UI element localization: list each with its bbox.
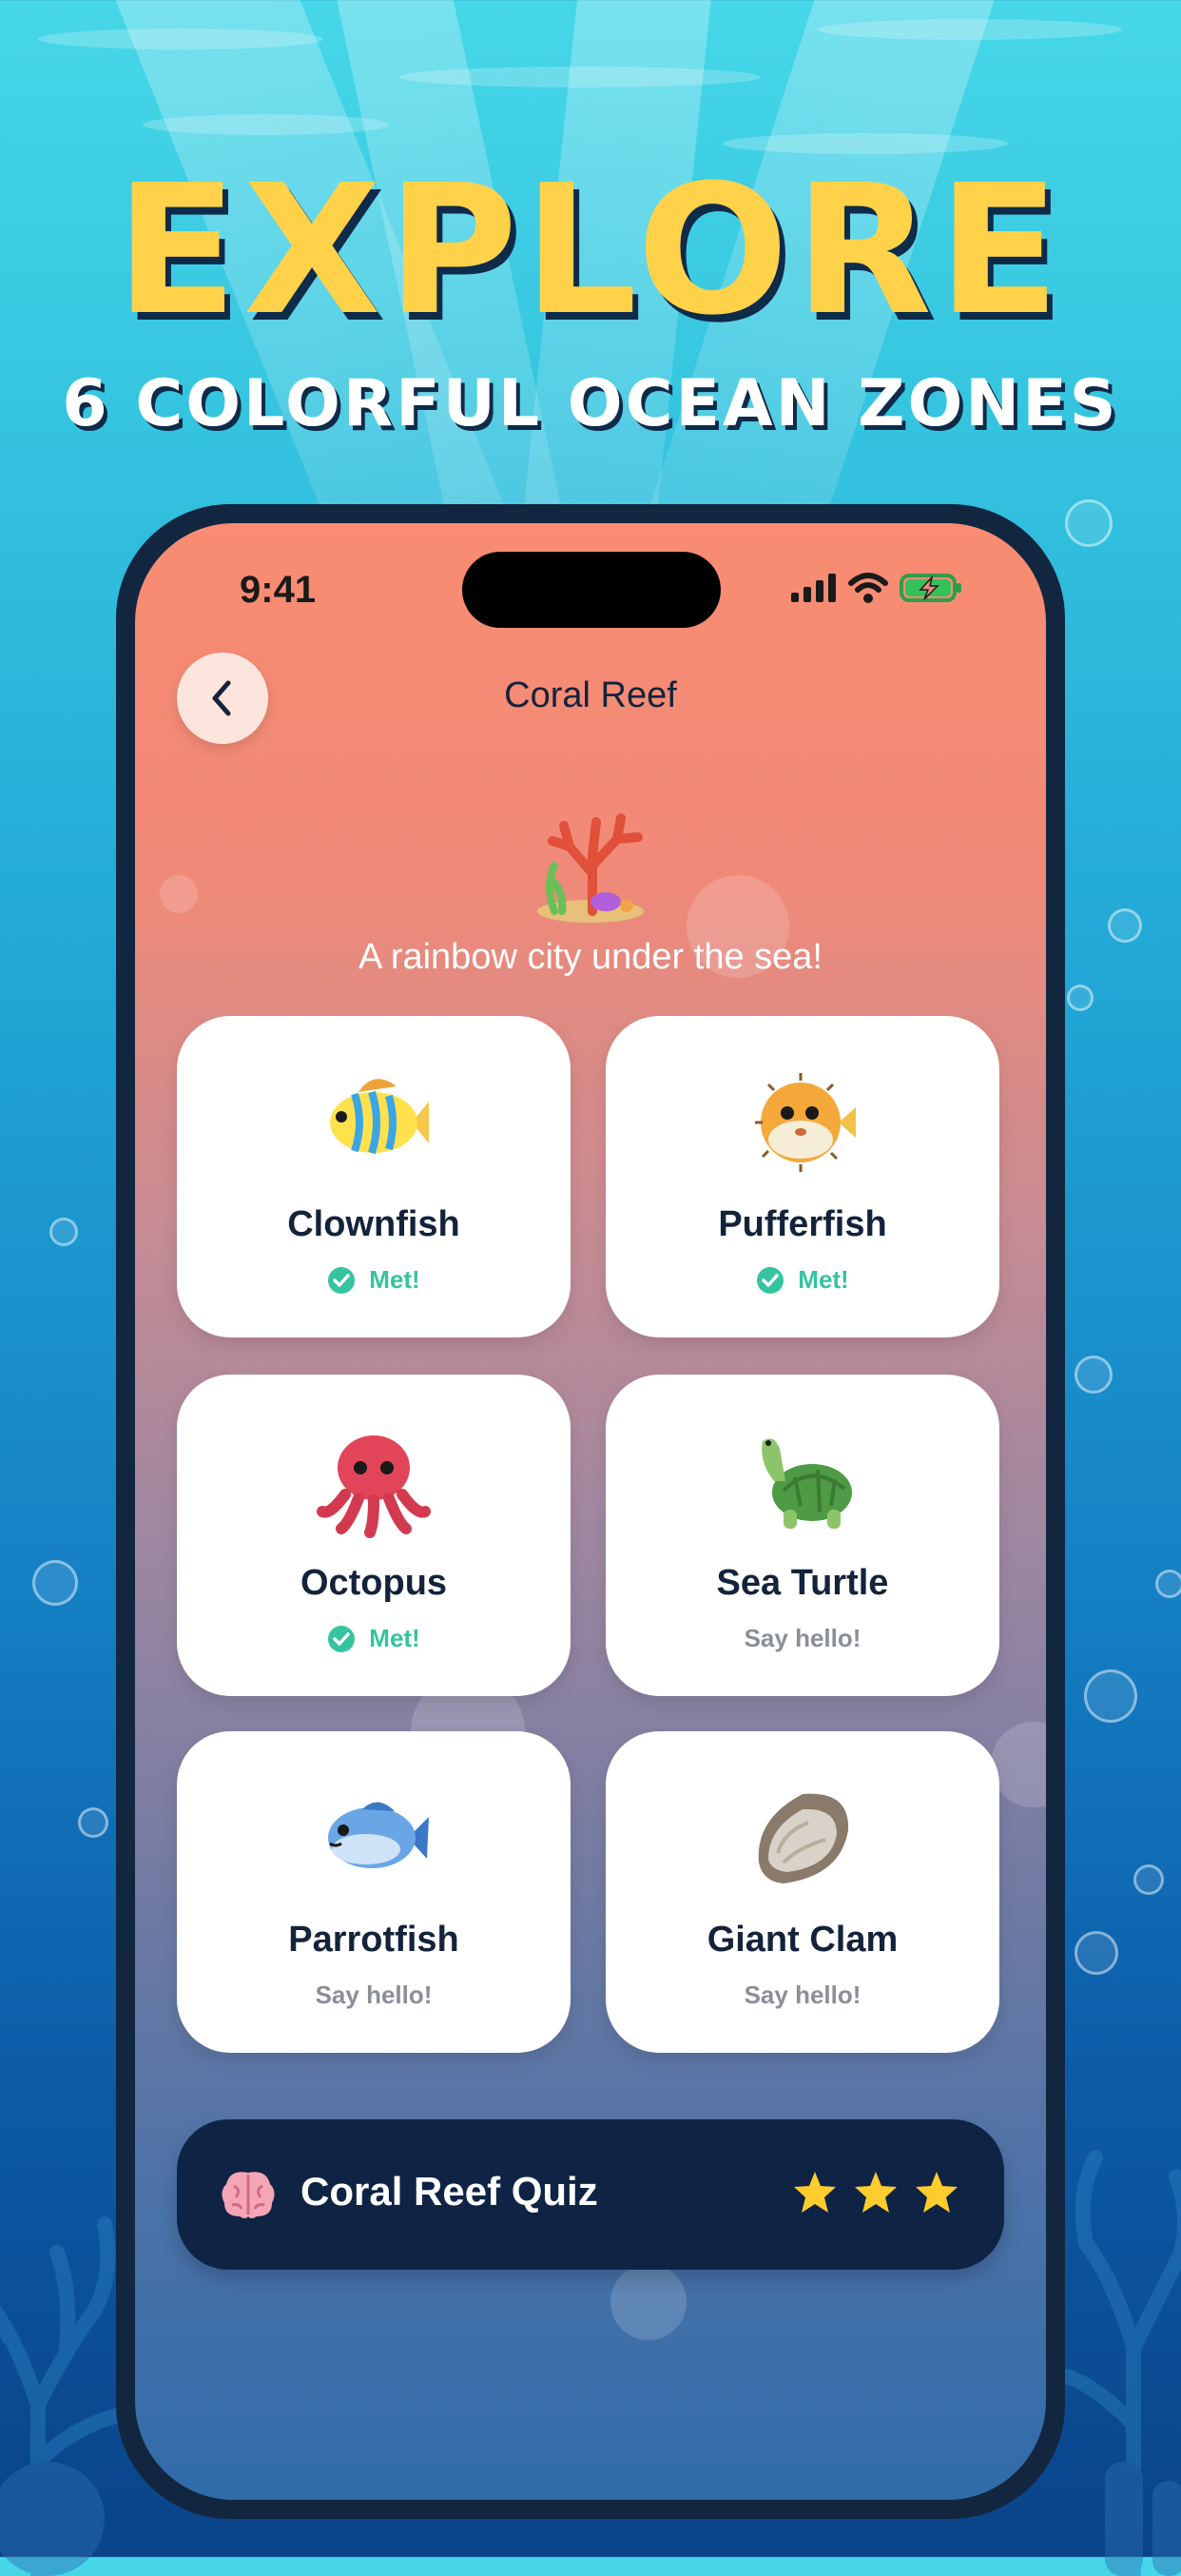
check-badge-icon: [328, 1625, 356, 1652]
battery-charging-icon: [900, 574, 961, 602]
oyster-icon: [758, 1793, 849, 1883]
animal-card-clownfish[interactable]: Clownfish Met!: [177, 1016, 571, 1337]
status-icons: [791, 573, 962, 603]
octopus-icon: [317, 1435, 431, 1538]
cellular-signal-icon: [791, 574, 836, 602]
animal-name: Clownfish: [287, 1204, 460, 1244]
animal-status: Say hello!: [606, 1981, 999, 2010]
animal-card-giant-clam[interactable]: Giant Clam Say hello!: [606, 1731, 999, 2053]
dynamic-island: [462, 552, 721, 628]
animal-card-pufferfish[interactable]: Pufferfish Met!: [606, 1016, 999, 1337]
zone-tagline: A rainbow city under the sea!: [358, 937, 823, 977]
animal-status-label: Say hello!: [315, 1981, 433, 2009]
animal-status-label: Say hello!: [744, 1981, 862, 2009]
animal-card-octopus[interactable]: Octopus Met!: [177, 1375, 571, 1696]
status-time: 9:41: [240, 569, 317, 611]
animal-status: Say hello!: [606, 1624, 999, 1653]
fish-icon: [328, 1802, 429, 1868]
animal-card-sea-turtle[interactable]: Sea Turtle Say hello!: [606, 1375, 999, 1696]
turtle-icon: [762, 1438, 852, 1529]
promo-headline: EXPLORE: [115, 146, 1066, 355]
quiz-button[interactable]: Coral Reef Quiz: [177, 2119, 1004, 2270]
brain-icon: [222, 2172, 275, 2218]
app-screen: 9:41 Coral Reef A rainbow city under the…: [135, 523, 1046, 2500]
animal-status-label: Say hello!: [744, 1624, 862, 1652]
animal-name: Giant Clam: [707, 1920, 899, 1960]
animal-status: Met!: [177, 1624, 571, 1653]
animal-card-parrotfish[interactable]: Parrotfish Say hello!: [177, 1731, 571, 2053]
promo-subheadline: 6 COLORFUL OCEAN ZONES: [62, 366, 1119, 441]
tropical-fish-icon: [330, 1079, 429, 1155]
check-badge-icon: [757, 1266, 784, 1294]
animal-status: Met!: [177, 1265, 571, 1295]
star-icon: [916, 2172, 958, 2213]
animal-status-label: Met!: [369, 1624, 420, 1652]
coral-icon: [537, 813, 644, 923]
animal-name: Sea Turtle: [716, 1563, 889, 1603]
animal-name: Octopus: [300, 1563, 448, 1603]
animal-status: Say hello!: [177, 1981, 571, 2010]
page-title: Coral Reef: [504, 675, 677, 715]
check-badge-icon: [328, 1266, 356, 1294]
animal-name: Parrotfish: [288, 1920, 459, 1960]
animal-status-label: Met!: [798, 1265, 849, 1294]
animal-name: Pufferfish: [718, 1204, 887, 1244]
wifi-icon: [848, 573, 888, 603]
animal-status: Met!: [606, 1265, 999, 1295]
quiz-stars: [791, 2169, 960, 2216]
star-icon: [794, 2172, 836, 2213]
animal-status-label: Met!: [369, 1265, 420, 1294]
phone-frame: 9:41 Coral Reef A rainbow city under the…: [116, 504, 1065, 2519]
quiz-title: Coral Reef Quiz: [300, 2169, 598, 2214]
pufferfish-icon: [755, 1073, 856, 1172]
star-icon: [855, 2172, 897, 2213]
